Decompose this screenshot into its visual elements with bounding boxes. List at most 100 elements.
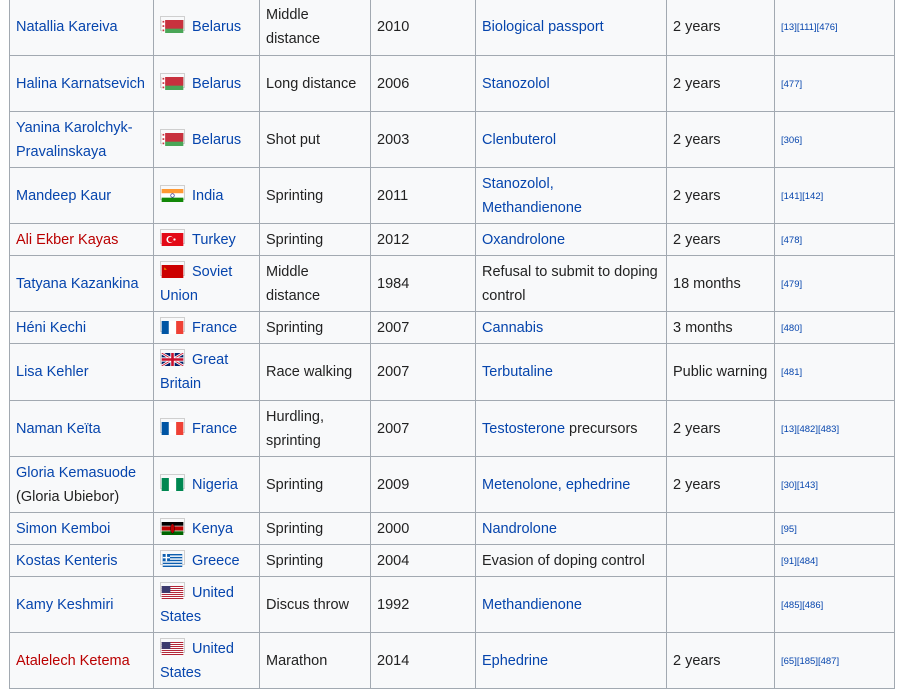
- country-cell: Belarus: [153, 55, 260, 112]
- table-row: Natallia Kareiva Belarus Middle distance 20…: [9, 0, 895, 56]
- athlete-name-link[interactable]: Natallia Kareiva: [16, 19, 118, 35]
- country-link[interactable]: Belarus: [192, 132, 241, 148]
- table-row: Yanina Karolchyk-Pravalinskaya Belarus Sho…: [9, 111, 895, 168]
- athlete-name-link[interactable]: Yanina Karolchyk-Pravalinskaya: [16, 120, 133, 160]
- reference-links[interactable]: [91][484]: [781, 556, 818, 567]
- athlete-name-link[interactable]: Lisa Kehler: [16, 364, 89, 380]
- country-cell: Kenya: [153, 512, 260, 545]
- athlete-name-link[interactable]: Mandeep Kaur: [16, 188, 111, 204]
- reference-links[interactable]: [95]: [781, 524, 797, 535]
- athlete-cell: Yanina Karolchyk-Pravalinskaya: [9, 111, 154, 168]
- references-cell: [95]: [774, 512, 895, 545]
- substance-link[interactable]: Clenbuterol: [482, 132, 556, 148]
- references-cell: [306]: [774, 111, 895, 168]
- reference-links[interactable]: [13][482][483]: [781, 424, 839, 435]
- substance-link[interactable]: Methandienone: [482, 200, 582, 216]
- references-cell: [485][486]: [774, 576, 895, 633]
- country-link[interactable]: Belarus: [192, 76, 241, 92]
- table-row: Héni Kechi France Sprinting 2007 Cannabis 3 m…: [9, 311, 895, 344]
- country-link[interactable]: India: [192, 188, 223, 204]
- country-link[interactable]: France: [192, 421, 237, 437]
- athlete-name-link[interactable]: Ali Ekber Kayas: [16, 232, 118, 248]
- athlete-cell: Mandeep Kaur: [9, 167, 154, 224]
- flag-india-icon: [160, 184, 185, 202]
- flag-kenya-icon: [160, 517, 185, 535]
- table-row: Ali Ekber Kayas Turkey Sprinting 2012 Oxandr…: [9, 223, 895, 256]
- athlete-name-link[interactable]: Halina Karnatsevich: [16, 76, 145, 92]
- table-row: Mandeep Kaur India Sprinting 2011 Stanozolol…: [9, 167, 895, 224]
- athlete-name-link[interactable]: Kamy Keshmiri: [16, 597, 114, 613]
- references-cell: [30][143]: [774, 456, 895, 513]
- table-row: Kostas Kenteris Greece Sprinting 2004 Evasio…: [9, 544, 895, 577]
- substance-link[interactable]: Stanozolol: [482, 176, 550, 192]
- event-cell: Marathon: [259, 632, 371, 689]
- references-cell: [478]: [774, 223, 895, 256]
- country-cell: United States: [153, 632, 260, 689]
- table-row: Simon Kemboi Kenya Sprinting 2000 Nandrolone…: [9, 512, 895, 545]
- substance-link[interactable]: Metenolone, ephedrine: [482, 477, 630, 493]
- substance-link[interactable]: Stanozolol: [482, 76, 550, 92]
- substance-link[interactable]: Testosterone: [482, 421, 565, 437]
- year-cell: 2011: [370, 167, 476, 224]
- event-cell: Race walking: [259, 343, 371, 401]
- substance-link[interactable]: ,: [550, 176, 554, 192]
- substance-cell: Methandienone: [475, 576, 667, 633]
- references-cell: [141][142]: [774, 167, 895, 224]
- year-cell: 2012: [370, 223, 476, 256]
- country-link[interactable]: Kenya: [192, 521, 233, 537]
- year-cell: 2010: [370, 0, 476, 56]
- sanction-cell: 2 years: [666, 223, 775, 256]
- country-link[interactable]: Turkey: [192, 232, 236, 248]
- country-cell: Soviet Union: [153, 255, 260, 312]
- reference-links[interactable]: [306]: [781, 135, 802, 146]
- country-link[interactable]: France: [192, 320, 237, 336]
- athlete-name-link[interactable]: Héni Kechi: [16, 320, 86, 336]
- athlete-cell: Naman Keïta: [9, 400, 154, 457]
- substance-link[interactable]: Cannabis: [482, 320, 543, 336]
- sanction-cell: 2 years: [666, 632, 775, 689]
- athlete-name-link[interactable]: Kostas Kenteris: [16, 553, 118, 569]
- reference-links[interactable]: [477]: [781, 79, 802, 90]
- substance-link[interactable]: Ephedrine: [482, 653, 548, 669]
- country-link[interactable]: Nigeria: [192, 477, 238, 493]
- substance-link[interactable]: Methandienone: [482, 597, 582, 613]
- sanction-cell: 2 years: [666, 111, 775, 168]
- references-cell: [13][111][476]: [774, 0, 895, 56]
- event-cell: Sprinting: [259, 311, 371, 344]
- substance-cell: Nandrolone: [475, 512, 667, 545]
- athlete-cell: Gloria Kemasuode (Gloria Ubiebor): [9, 456, 154, 513]
- references-cell: [477]: [774, 55, 895, 112]
- substance-link[interactable]: Oxandrolone: [482, 232, 565, 248]
- year-cell: 2014: [370, 632, 476, 689]
- flag-belarus-icon: [160, 16, 185, 33]
- substance-link[interactable]: Nandrolone: [482, 521, 557, 537]
- substance-cell: Evasion of doping control: [475, 544, 667, 577]
- athlete-name-link[interactable]: Simon Kemboi: [16, 521, 110, 537]
- flag-uk-icon: [160, 349, 185, 368]
- athlete-name-link[interactable]: Tatyana Kazankina: [16, 276, 139, 292]
- reference-links[interactable]: [479]: [781, 279, 802, 290]
- sanction-cell: 2 years: [666, 55, 775, 112]
- year-cell: 2007: [370, 343, 476, 401]
- reference-links[interactable]: [480]: [781, 323, 802, 334]
- sanction-cell: 2 years: [666, 456, 775, 513]
- reference-links[interactable]: [65][185][487]: [781, 656, 839, 667]
- country-cell: India: [153, 167, 260, 224]
- reference-links[interactable]: [30][143]: [781, 480, 818, 491]
- athlete-name-link[interactable]: Gloria Kemasuode: [16, 465, 136, 481]
- reference-links[interactable]: [478]: [781, 235, 802, 246]
- reference-links[interactable]: [141][142]: [781, 191, 823, 202]
- substance-cell: Oxandrolone: [475, 223, 667, 256]
- athlete-name-link[interactable]: Atalelech Ketema: [16, 653, 130, 669]
- reference-links[interactable]: [485][486]: [781, 600, 823, 611]
- reference-links[interactable]: [13][111][476]: [781, 22, 838, 33]
- substance-link[interactable]: Biological passport: [482, 19, 604, 35]
- athlete-name-link[interactable]: Naman Keïta: [16, 421, 101, 437]
- country-link[interactable]: Greece: [192, 553, 240, 569]
- flag-usa-icon: [160, 637, 185, 655]
- substance-link[interactable]: Terbutaline: [482, 364, 553, 380]
- country-link[interactable]: Belarus: [192, 19, 241, 35]
- references-cell: [481]: [774, 343, 895, 401]
- substance-cell: Clenbuterol: [475, 111, 667, 168]
- reference-links[interactable]: [481]: [781, 367, 802, 378]
